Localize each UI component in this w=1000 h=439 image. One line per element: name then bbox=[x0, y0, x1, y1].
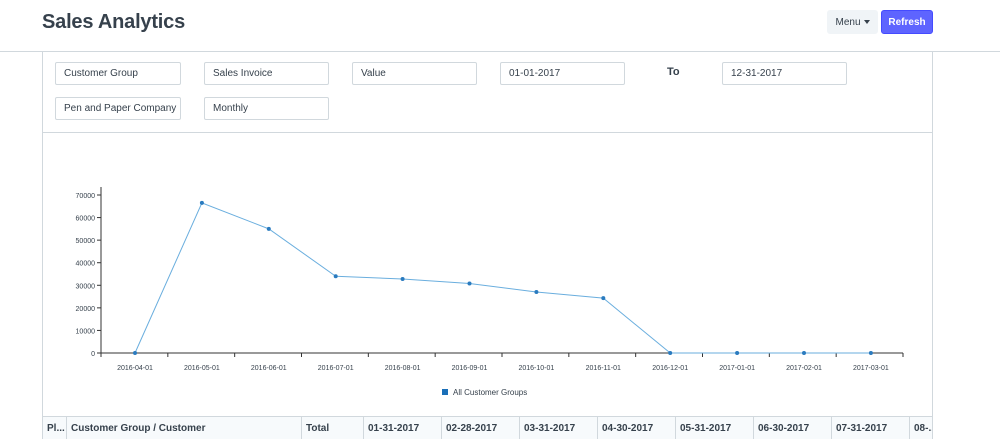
data-point bbox=[868, 351, 873, 355]
x-tick-label: 2017-02-01 bbox=[786, 365, 822, 372]
x-tick-label: 2016-07-01 bbox=[318, 365, 354, 372]
y-tick-label: 10000 bbox=[76, 328, 96, 335]
x-tick-label: 2016-05-01 bbox=[184, 365, 220, 372]
data-point bbox=[601, 296, 606, 301]
from-date-input[interactable]: 01-01-2017 bbox=[500, 62, 625, 85]
x-tick-label: 2017-01-01 bbox=[719, 365, 755, 372]
data-point bbox=[534, 290, 539, 295]
report-body: Customer Group Sales Invoice Value 01-01… bbox=[42, 52, 933, 439]
to-label: To bbox=[667, 66, 680, 78]
value-quantity-select[interactable]: Value bbox=[352, 62, 477, 85]
menu-button-label: Menu bbox=[835, 16, 861, 28]
range-select[interactable]: Monthly bbox=[204, 97, 329, 120]
column-header[interactable]: 08-... bbox=[910, 417, 932, 439]
to-date-input[interactable]: 12-31-2017 bbox=[722, 62, 847, 85]
tree-type-select[interactable]: Customer Group bbox=[55, 62, 181, 85]
data-point bbox=[133, 351, 137, 355]
data-point bbox=[802, 351, 806, 355]
caret-down-icon bbox=[863, 20, 870, 24]
column-header[interactable]: 03-31-2017 bbox=[520, 417, 598, 439]
refresh-button[interactable]: Refresh bbox=[881, 10, 933, 34]
doc-type-select[interactable]: Sales Invoice bbox=[204, 62, 329, 85]
y-tick-label: 0 bbox=[91, 351, 95, 358]
filter-area: Customer Group Sales Invoice Value 01-01… bbox=[43, 52, 932, 133]
data-point bbox=[735, 351, 740, 355]
column-header[interactable]: 07-31-2017 bbox=[832, 417, 910, 439]
y-tick-label: 20000 bbox=[76, 306, 96, 313]
y-tick-label: 70000 bbox=[76, 193, 96, 200]
x-tick-label: 2016-10-01 bbox=[518, 365, 554, 372]
x-tick-label: 2017-03-01 bbox=[853, 365, 889, 372]
column-header[interactable]: 01-31-2017 bbox=[364, 417, 442, 439]
column-header[interactable]: Total bbox=[302, 417, 364, 439]
x-tick-label: 2016-08-01 bbox=[385, 365, 421, 372]
page-header: Sales Analytics Menu Refresh bbox=[0, 0, 1000, 52]
x-tick-label: 2016-04-01 bbox=[117, 365, 153, 372]
y-tick-label: 30000 bbox=[76, 283, 96, 290]
legend-swatch bbox=[442, 389, 448, 395]
y-tick-label: 40000 bbox=[76, 261, 96, 268]
page-title: Sales Analytics bbox=[42, 11, 186, 33]
column-header[interactable]: 06-30-2017 bbox=[754, 417, 832, 439]
x-tick-label: 2016-09-01 bbox=[452, 365, 488, 372]
column-header[interactable]: 02-28-2017 bbox=[442, 417, 520, 439]
data-point bbox=[199, 200, 204, 205]
report-table: Pl... Customer Group / Customer Total 01-31… bbox=[43, 416, 932, 439]
company-select[interactable]: Pen and Paper Company bbox=[55, 97, 181, 120]
column-header[interactable]: 04-30-2017 bbox=[598, 417, 676, 439]
column-header[interactable]: Customer Group / Customer bbox=[67, 417, 302, 439]
legend-label: All Customer Groups bbox=[453, 388, 527, 397]
column-header[interactable]: 05-31-2017 bbox=[676, 417, 754, 439]
data-point bbox=[467, 281, 472, 286]
data-point bbox=[333, 274, 338, 279]
column-header[interactable]: Pl... bbox=[43, 417, 67, 439]
x-tick-label: 2016-06-01 bbox=[251, 365, 287, 372]
line-chart: 0 10000 20000 30000 40000 50000 60000 70000 2016… bbox=[76, 187, 904, 397]
x-tick-label: 2016-11-01 bbox=[586, 365, 621, 372]
x-tick-label: 2016-12-01 bbox=[652, 365, 688, 372]
menu-button[interactable]: Menu bbox=[827, 10, 878, 34]
y-tick-label: 50000 bbox=[76, 238, 96, 245]
series-line bbox=[134, 202, 871, 354]
y-tick-label: 60000 bbox=[76, 216, 96, 223]
data-point bbox=[400, 276, 405, 281]
data-point bbox=[668, 351, 673, 355]
chart-area: 0 10000 20000 30000 40000 50000 60000 70000 2016… bbox=[43, 134, 932, 416]
data-point bbox=[266, 226, 271, 231]
